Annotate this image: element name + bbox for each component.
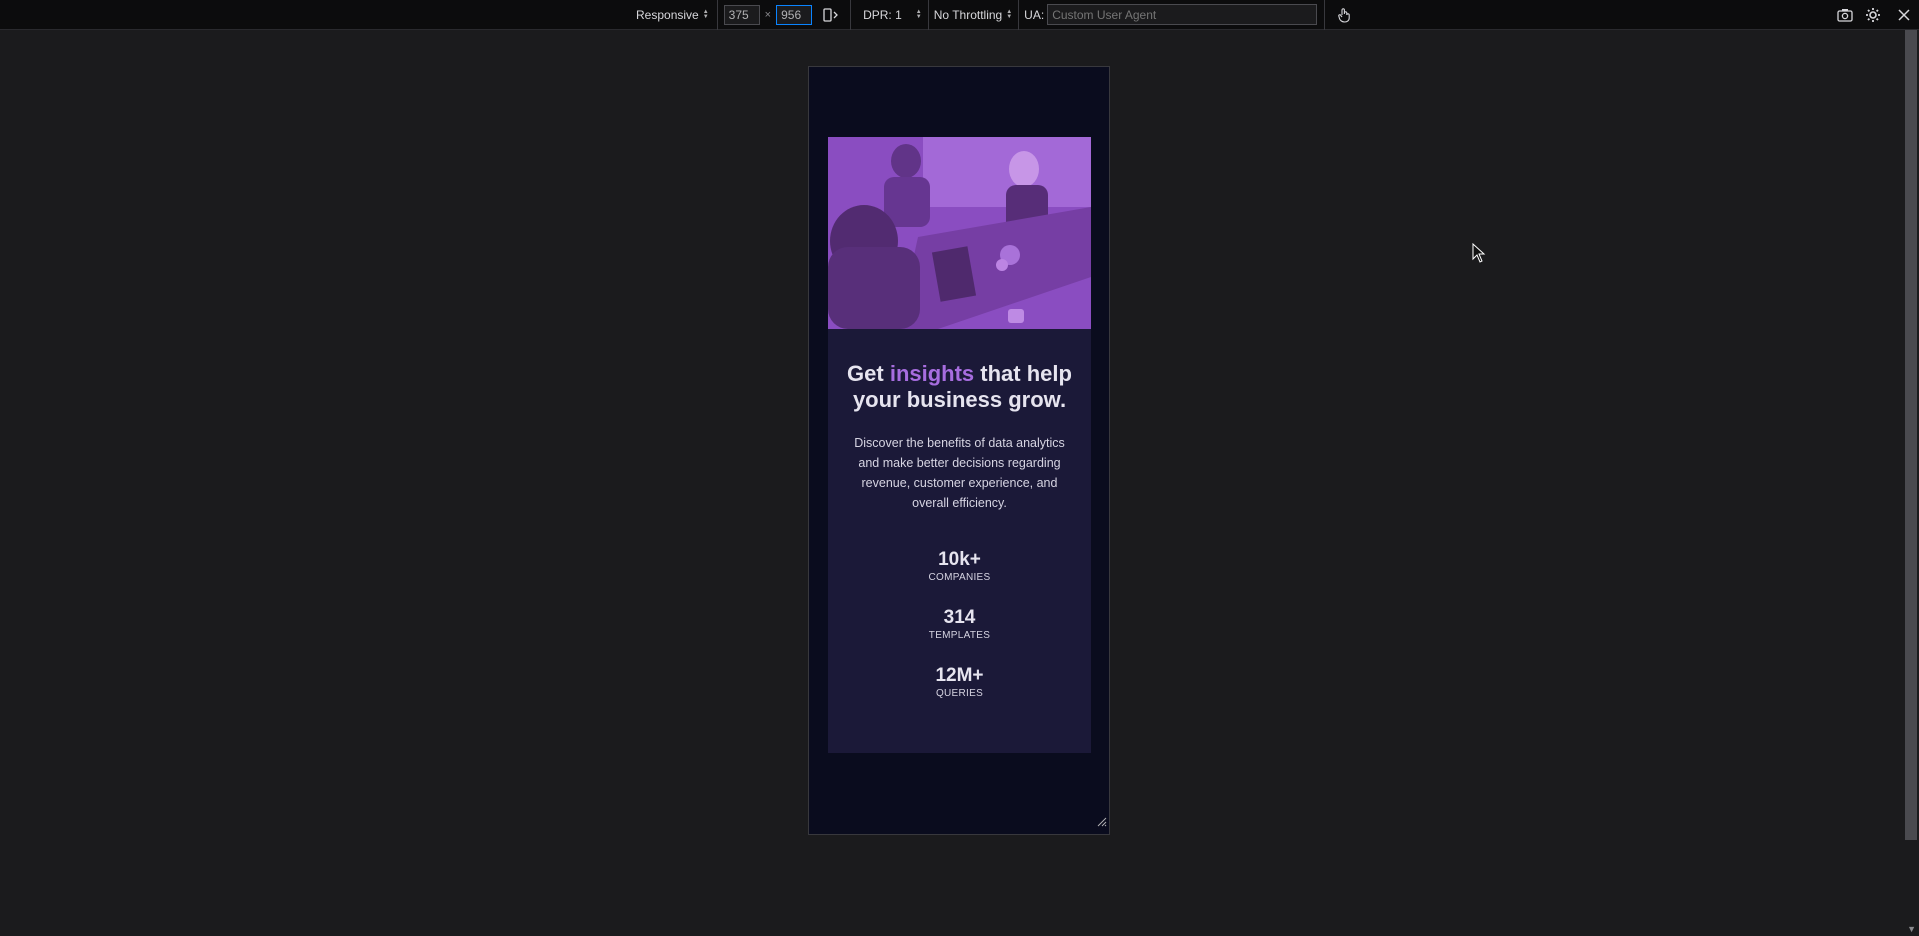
device-selector-group: Responsive ▲ ▼ (636, 0, 709, 30)
stat-queries: 12M+ QUERIES (828, 665, 1091, 701)
stat-value: 12M+ (935, 665, 984, 686)
office-scene-illustration (828, 137, 1091, 329)
toolbar-divider (927, 0, 929, 30)
scroll-down-arrow-icon[interactable]: ▼ (1907, 924, 1916, 934)
vertical-scrollbar[interactable]: ▼ (1905, 30, 1919, 936)
card-content: Get insights that help your business gro… (828, 329, 1091, 701)
dpr-label: DPR: 1 (863, 7, 902, 22)
toolbar-divider (850, 0, 852, 30)
stat-label: TEMPLATES (928, 630, 991, 641)
select-arrows-icon: ▲ ▼ (915, 8, 922, 20)
select-arrows-icon: ▲ ▼ (702, 8, 709, 20)
stat-label: QUERIES (935, 688, 984, 699)
toolbar-divider (1324, 0, 1326, 30)
card-headline: Get insights that help your business gro… (828, 361, 1091, 413)
user-agent-input[interactable] (1047, 4, 1318, 25)
headline-accent-word: insights (889, 361, 975, 386)
viewport-height-input[interactable] (776, 4, 813, 25)
close-icon[interactable] (1893, 4, 1915, 26)
responsive-viewport: Get insights that help your business gro… (808, 66, 1110, 835)
stat-companies: 10k+ COMPANIES (828, 549, 1091, 585)
dimension-group: × (723, 0, 842, 30)
stat-label: COMPANIES (928, 572, 991, 583)
screenshot-camera-icon[interactable] (1834, 4, 1856, 26)
card-description: Discover the benefits of data analytics … (854, 436, 1065, 510)
mouse-pointer-icon (1472, 243, 1486, 263)
viewport-resize-handle-icon[interactable] (1095, 814, 1107, 832)
headline-start: Get (847, 361, 890, 386)
dimension-separator: × (764, 8, 772, 21)
settings-gear-icon[interactable] (1862, 4, 1884, 26)
throttling-select[interactable]: No Throttling ▲ ▼ (934, 8, 1012, 22)
toolbar-divider (1018, 0, 1020, 30)
stat-value: 314 (943, 607, 976, 628)
stats-list: 10k+ COMPANIES 314 TEMPLATES 12M+ QUERIE… (828, 549, 1091, 701)
scrollbar-thumb[interactable] (1905, 30, 1917, 840)
toolbar-divider (716, 0, 718, 30)
dpr-group: DPR: 1 ▲ ▼ (863, 0, 922, 30)
device-mode-select[interactable]: Responsive ▲ ▼ (636, 8, 709, 22)
touch-simulation-icon[interactable] (1333, 4, 1355, 26)
rotate-viewport-icon[interactable] (820, 4, 842, 26)
viewport-width-input[interactable] (723, 4, 760, 25)
team-photo-image (828, 137, 1091, 329)
dpr-select[interactable]: DPR: 1 ▲ ▼ (863, 8, 922, 22)
stat-value: 10k+ (938, 549, 981, 570)
throttling-group: No Throttling ▲ ▼ (934, 0, 1012, 30)
user-agent-group: UA: (1024, 0, 1318, 30)
select-arrows-icon: ▲ ▼ (1006, 8, 1013, 20)
stat-templates: 314 TEMPLATES (828, 607, 1091, 643)
responsive-design-toolbar: Responsive ▲▼ × DPR: 1 ▲▼ No Throttling … (0, 0, 1919, 30)
throttling-label: No Throttling (933, 7, 1003, 22)
stats-preview-card: Get insights that help your business gro… (828, 137, 1091, 753)
device-mode-label: Responsive (636, 7, 699, 22)
ua-label: UA: (1024, 7, 1045, 22)
